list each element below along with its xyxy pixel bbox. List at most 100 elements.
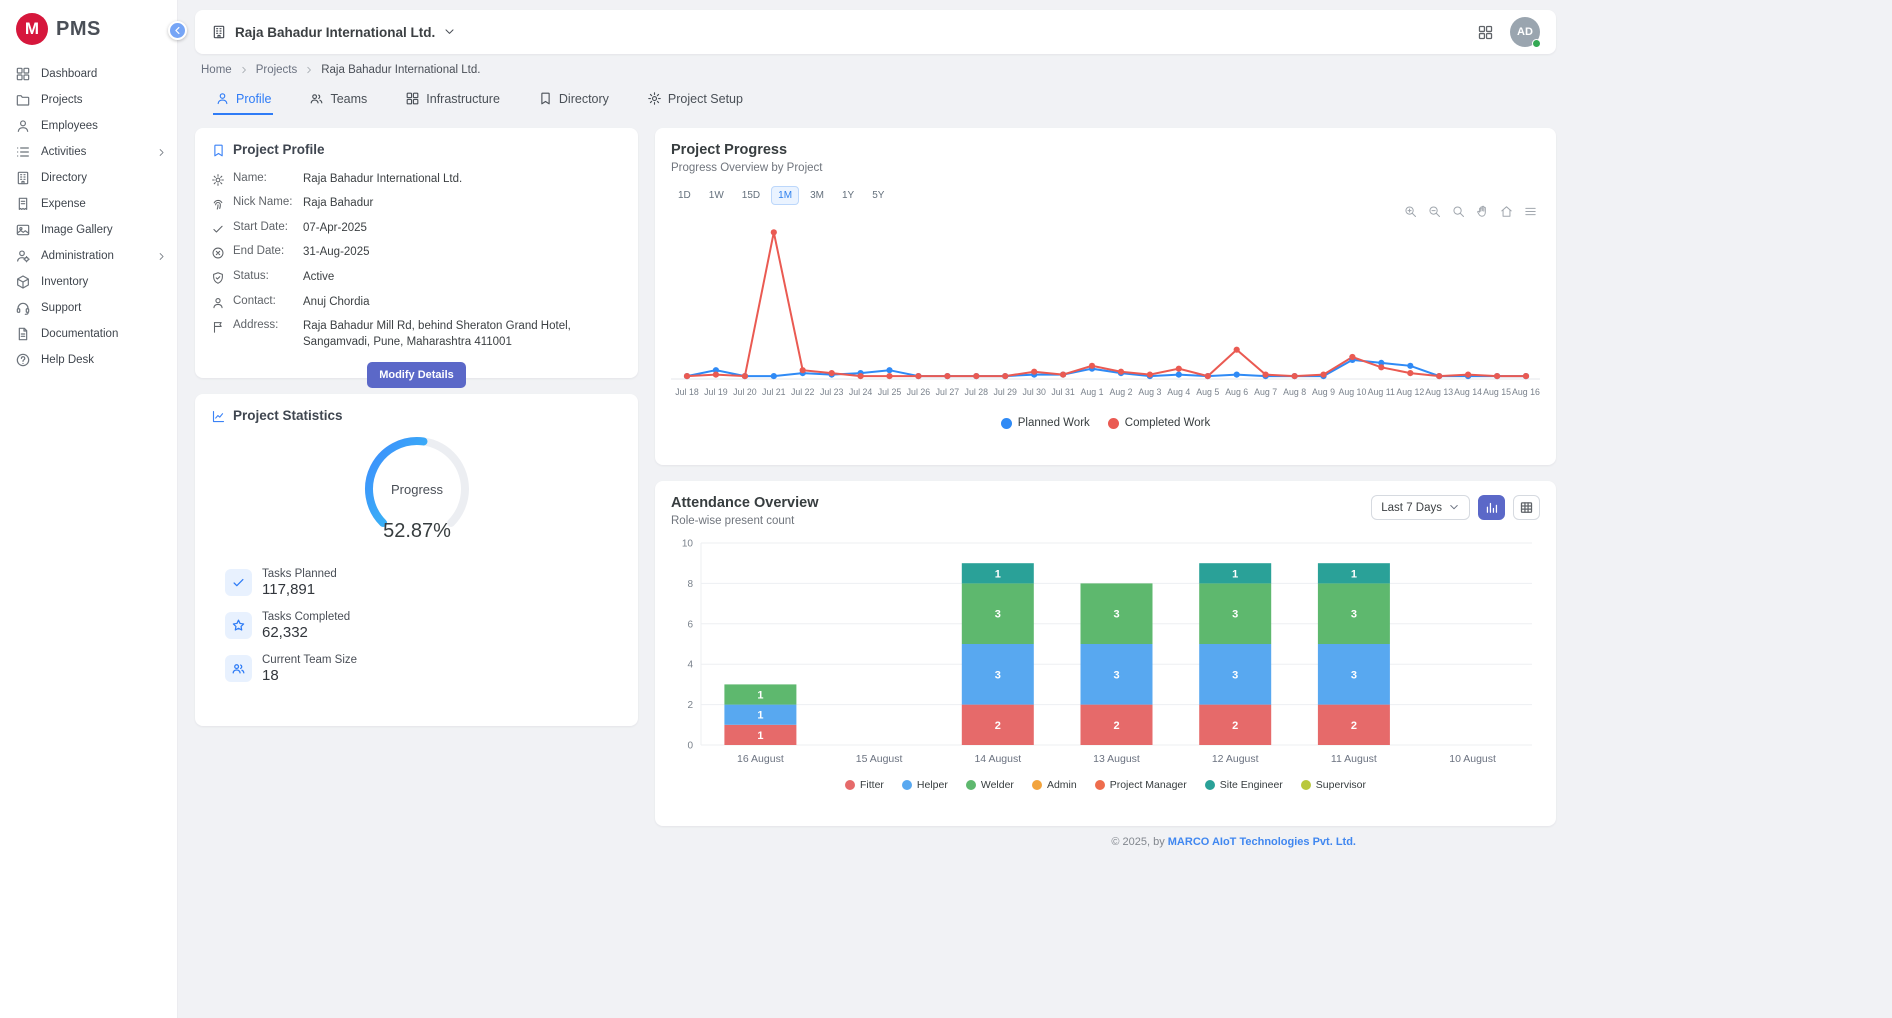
svg-text:2: 2 bbox=[995, 720, 1001, 732]
bookmark-icon bbox=[538, 91, 553, 106]
attendance-bar-chart[interactable]: 024681011116 August15 August233114 Augus… bbox=[671, 535, 1540, 777]
tab-teams[interactable]: Teams bbox=[307, 88, 369, 115]
home-icon bbox=[1499, 204, 1514, 219]
toolbar-zoom-icon[interactable] bbox=[1451, 204, 1466, 219]
field-label: Address: bbox=[233, 319, 295, 331]
attendance-controls: Last 7 Days bbox=[1371, 495, 1540, 520]
range-button-1w[interactable]: 1W bbox=[702, 186, 731, 205]
tab-label: Infrastructure bbox=[426, 92, 500, 106]
project-statistics-card: Project Statistics Progress52.87% Tasks … bbox=[195, 394, 638, 726]
legend-item-site-engineer[interactable]: Site Engineer bbox=[1205, 779, 1283, 791]
apps-grid-icon[interactable] bbox=[1477, 24, 1494, 41]
svg-text:10: 10 bbox=[682, 539, 694, 550]
bar-view-button[interactable] bbox=[1478, 495, 1505, 520]
gallery-icon bbox=[15, 222, 31, 238]
breadcrumb-item[interactable]: Raja Bahadur International Ltd. bbox=[321, 64, 480, 76]
toolbar-home-icon[interactable] bbox=[1499, 204, 1514, 219]
check-icon bbox=[211, 222, 225, 236]
sidebar-item-help-desk[interactable]: Help Desk bbox=[0, 347, 177, 373]
zoom-out-icon bbox=[1427, 204, 1442, 219]
svg-text:Aug 14: Aug 14 bbox=[1454, 387, 1482, 397]
sidebar-item-expense[interactable]: Expense bbox=[0, 191, 177, 217]
sidebar-item-employees[interactable]: Employees bbox=[0, 113, 177, 139]
profile-field-nick-name: Nick Name:Raja Bahadur bbox=[211, 196, 622, 212]
field-label: Nick Name: bbox=[233, 196, 295, 208]
svg-text:Jul 18: Jul 18 bbox=[675, 387, 699, 397]
svg-text:13 August: 13 August bbox=[1093, 753, 1140, 765]
table-view-button[interactable] bbox=[1513, 495, 1540, 520]
legend-item-helper[interactable]: Helper bbox=[902, 779, 948, 791]
tab-infrastructure[interactable]: Infrastructure bbox=[403, 88, 502, 115]
toolbar-pan-icon[interactable] bbox=[1475, 204, 1490, 219]
building-icon bbox=[15, 170, 31, 186]
range-button-1d[interactable]: 1D bbox=[671, 186, 698, 205]
legend-item-fitter[interactable]: Fitter bbox=[845, 779, 884, 791]
employees-icon bbox=[15, 118, 31, 134]
online-status-dot bbox=[1532, 39, 1541, 48]
field-value: 07-Apr-2025 bbox=[303, 221, 367, 237]
tab-profile[interactable]: Profile bbox=[213, 88, 273, 115]
sidebar: M PMS Dashboard Projects EmployeesActiviti… bbox=[0, 0, 178, 1018]
company-selector[interactable]: Raja Bahadur International Ltd. bbox=[211, 23, 456, 41]
sidebar-item-inventory[interactable]: Inventory bbox=[0, 269, 177, 295]
sidebar-menu: Dashboard Projects EmployeesActivitiesDire… bbox=[0, 61, 177, 373]
sidebar-item-image-gallery[interactable]: Image Gallery bbox=[0, 217, 177, 243]
svg-text:Jul 19: Jul 19 bbox=[704, 387, 728, 397]
brand[interactable]: M PMS bbox=[0, 0, 177, 61]
circle-x-icon bbox=[211, 246, 225, 260]
statistics-title-text: Project Statistics bbox=[233, 408, 343, 423]
field-label: Start Date: bbox=[233, 221, 295, 233]
tab-directory[interactable]: Directory bbox=[536, 88, 611, 115]
legend-item-completed-work[interactable]: Completed Work bbox=[1108, 417, 1210, 429]
range-button-1m[interactable]: 1M bbox=[771, 186, 799, 205]
chevron-down-icon bbox=[1448, 501, 1460, 513]
svg-text:3: 3 bbox=[1351, 669, 1357, 681]
svg-text:Jul 21: Jul 21 bbox=[762, 387, 786, 397]
toolbar-zoom-in-icon[interactable] bbox=[1403, 204, 1418, 219]
tab-project-setup[interactable]: Project Setup bbox=[645, 88, 745, 115]
sidebar-collapse-button[interactable] bbox=[168, 21, 187, 40]
sidebar-item-administration[interactable]: Administration bbox=[0, 243, 177, 269]
progress-line-chart[interactable]: Jul 18Jul 19Jul 20Jul 21Jul 22Jul 23Jul … bbox=[671, 211, 1540, 415]
sidebar-item-projects[interactable]: Projects bbox=[0, 87, 177, 113]
legend-item-welder[interactable]: Welder bbox=[966, 779, 1014, 791]
breadcrumb-item[interactable]: Home bbox=[201, 64, 232, 76]
chart-line-icon bbox=[211, 408, 226, 424]
inventory-icon bbox=[15, 274, 31, 290]
toolbar-menu-icon[interactable] bbox=[1523, 204, 1538, 219]
legend-item-supervisor[interactable]: Supervisor bbox=[1301, 779, 1366, 791]
modify-details-button[interactable]: Modify Details bbox=[367, 362, 466, 388]
sidebar-item-label: Help Desk bbox=[41, 354, 94, 366]
flag-icon bbox=[211, 320, 225, 334]
legend-item-project-manager[interactable]: Project Manager bbox=[1095, 779, 1187, 791]
stat-value: 117,891 bbox=[262, 581, 337, 598]
sidebar-item-dashboard[interactable]: Dashboard bbox=[0, 61, 177, 87]
date-range-select[interactable]: Last 7 Days bbox=[1371, 495, 1470, 519]
svg-text:2: 2 bbox=[687, 700, 693, 711]
legend-label: Fitter bbox=[860, 779, 884, 791]
sidebar-item-activities[interactable]: Activities bbox=[0, 139, 177, 165]
svg-text:8: 8 bbox=[687, 579, 693, 590]
range-button-5y[interactable]: 5Y bbox=[865, 186, 891, 205]
content: Raja Bahadur International Ltd. AD Home P… bbox=[178, 10, 1556, 848]
legend-item-planned-work[interactable]: Planned Work bbox=[1001, 417, 1090, 429]
legend-label: Completed Work bbox=[1125, 417, 1210, 429]
sidebar-item-documentation[interactable]: Documentation bbox=[0, 321, 177, 347]
sidebar-item-directory[interactable]: Directory bbox=[0, 165, 177, 191]
sidebar-item-label: Projects bbox=[41, 94, 83, 106]
chart-line-icon bbox=[211, 409, 226, 424]
legend-item-admin[interactable]: Admin bbox=[1032, 779, 1077, 791]
range-button-1y[interactable]: 1Y bbox=[835, 186, 861, 205]
breadcrumb-item[interactable]: Projects bbox=[256, 64, 298, 76]
footer-company-link[interactable]: MARCO AIoT Technologies Pvt. Ltd. bbox=[1168, 836, 1356, 848]
toolbar-zoom-out-icon[interactable] bbox=[1427, 204, 1442, 219]
app-root: M PMS Dashboard Projects EmployeesActiviti… bbox=[0, 0, 1892, 1018]
user-avatar[interactable]: AD bbox=[1510, 17, 1540, 47]
sidebar-item-support[interactable]: Support bbox=[0, 295, 177, 321]
stat-current-team-size: Current Team Size18 bbox=[225, 654, 622, 684]
legend-swatch bbox=[1001, 418, 1012, 429]
svg-text:1: 1 bbox=[757, 710, 763, 722]
range-button-15d[interactable]: 15D bbox=[735, 186, 767, 205]
range-button-3m[interactable]: 3M bbox=[803, 186, 831, 205]
menu-icon bbox=[1523, 204, 1538, 219]
